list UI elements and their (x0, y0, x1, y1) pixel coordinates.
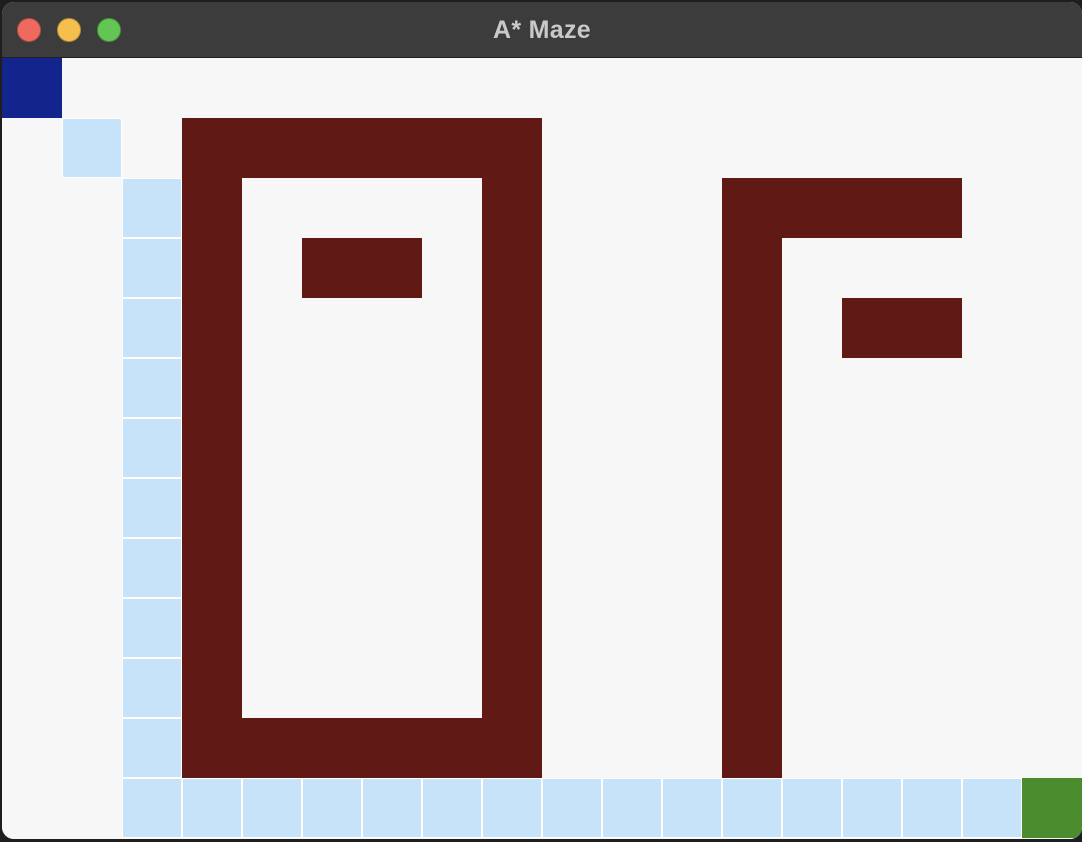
wall-cell (182, 538, 242, 598)
wall-cell (722, 418, 782, 478)
goal-cell (1022, 778, 1082, 838)
wall-cell (302, 118, 362, 178)
wall-cell (482, 418, 542, 478)
wall-cell (422, 118, 482, 178)
wall-cell (842, 178, 902, 238)
wall-cell (482, 178, 542, 238)
wall-cell (482, 298, 542, 358)
path-cell (122, 238, 182, 298)
path-cell (122, 358, 182, 418)
wall-cell (242, 118, 302, 178)
wall-cell (302, 718, 362, 778)
path-cell (842, 778, 902, 838)
path-cell (542, 778, 602, 838)
path-cell (422, 778, 482, 838)
wall-cell (482, 658, 542, 718)
wall-cell (722, 178, 782, 238)
wall-cell (182, 598, 242, 658)
path-cell (122, 718, 182, 778)
path-cell (782, 778, 842, 838)
path-cell (182, 778, 242, 838)
wall-cell (482, 478, 542, 538)
wall-cell (362, 238, 422, 298)
maze-grid[interactable] (2, 58, 1082, 839)
wall-cell (182, 478, 242, 538)
wall-cell (842, 298, 902, 358)
wall-cell (422, 718, 482, 778)
path-cell (602, 778, 662, 838)
wall-cell (302, 238, 362, 298)
wall-cell (722, 658, 782, 718)
path-cell (242, 778, 302, 838)
path-cell (122, 418, 182, 478)
path-cell (122, 478, 182, 538)
wall-cell (722, 598, 782, 658)
title-bar[interactable]: A* Maze (2, 2, 1082, 58)
wall-cell (182, 178, 242, 238)
path-cell (902, 778, 962, 838)
path-cell (482, 778, 542, 838)
wall-cell (782, 178, 842, 238)
window-title: A* Maze (493, 16, 591, 44)
app-window: A* Maze (2, 2, 1082, 839)
path-cell (302, 778, 362, 838)
wall-cell (722, 538, 782, 598)
wall-cell (902, 298, 962, 358)
wall-cell (482, 718, 542, 778)
wall-cell (182, 298, 242, 358)
start-cell (2, 58, 62, 118)
wall-cell (182, 658, 242, 718)
wall-cell (482, 358, 542, 418)
wall-cell (482, 538, 542, 598)
path-cell (362, 778, 422, 838)
wall-cell (722, 358, 782, 418)
wall-cell (182, 118, 242, 178)
path-cell (122, 658, 182, 718)
wall-cell (722, 238, 782, 298)
path-cell (122, 598, 182, 658)
path-cell (962, 778, 1022, 838)
path-cell (122, 778, 182, 838)
path-cell (62, 118, 122, 178)
wall-cell (482, 598, 542, 658)
wall-cell (902, 178, 962, 238)
path-cell (122, 538, 182, 598)
wall-cell (362, 118, 422, 178)
wall-cell (482, 238, 542, 298)
wall-cell (722, 298, 782, 358)
wall-cell (182, 418, 242, 478)
path-cell (122, 298, 182, 358)
wall-cell (482, 118, 542, 178)
path-cell (122, 178, 182, 238)
path-cell (662, 778, 722, 838)
wall-cell (182, 718, 242, 778)
wall-cell (182, 238, 242, 298)
wall-cell (242, 718, 302, 778)
wall-cell (182, 358, 242, 418)
path-cell (722, 778, 782, 838)
wall-cell (362, 718, 422, 778)
wall-cell (722, 478, 782, 538)
wall-cell (722, 718, 782, 778)
